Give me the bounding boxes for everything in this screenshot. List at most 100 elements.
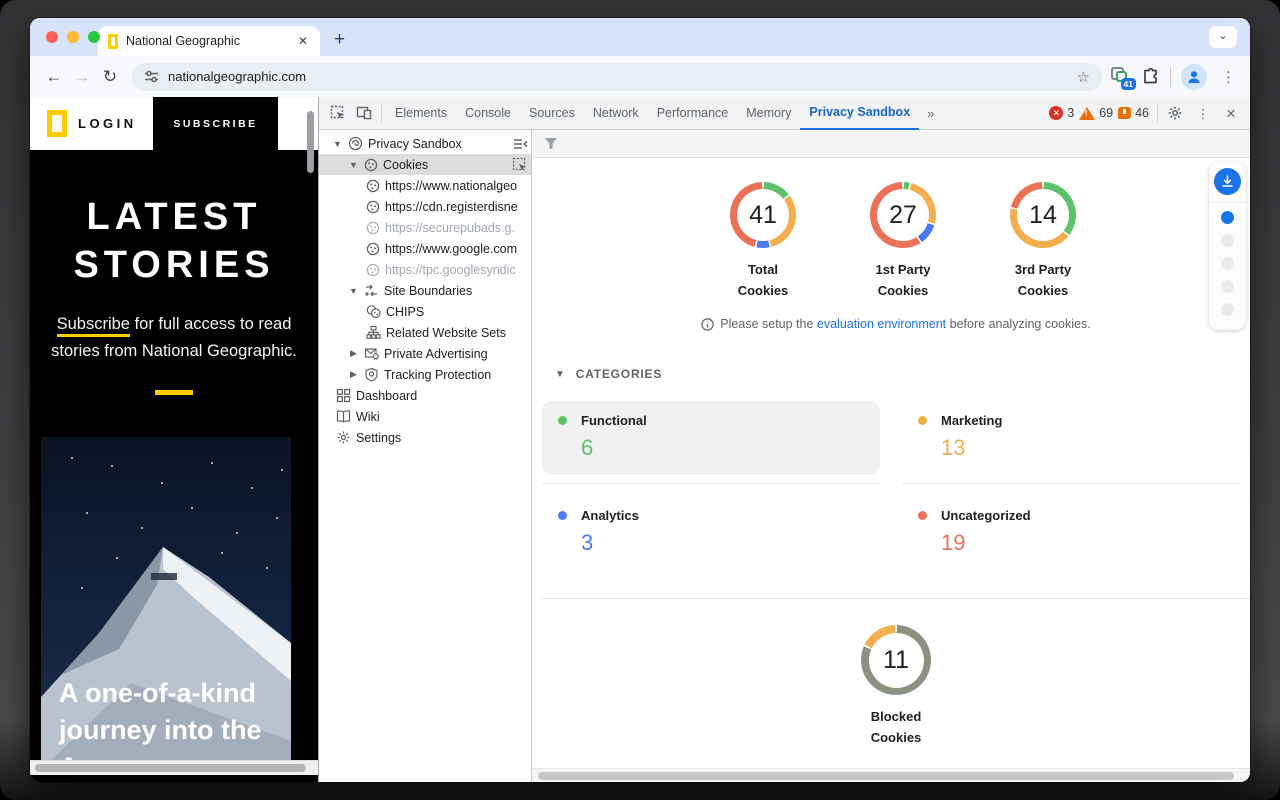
- bookmark-star-icon[interactable]: ☆: [1077, 68, 1090, 86]
- tab-search-chevron-icon[interactable]: ⌄: [1209, 26, 1237, 48]
- tree-item-url-googlesyndication[interactable]: https://tpc.googlesyndic: [319, 259, 531, 280]
- page-vertical-scrollbar[interactable]: [307, 111, 314, 173]
- functional-dot-icon: [558, 416, 567, 425]
- tree-item-tracking-protection[interactable]: ▶ Tracking Protection: [319, 364, 531, 385]
- rail-step-1[interactable]: [1221, 211, 1234, 224]
- uncategorized-dot-icon: [918, 511, 927, 520]
- tree-item-url-nationalgeographic[interactable]: https://www.nationalgeo: [319, 175, 531, 196]
- url-text[interactable]: nationalgeographic.com: [168, 69, 1068, 84]
- inspect-element-icon[interactable]: [325, 100, 351, 126]
- extensions-puzzle-icon[interactable]: [1142, 68, 1160, 86]
- profile-avatar[interactable]: [1181, 64, 1207, 90]
- category-uncategorized[interactable]: Uncategorized 19: [902, 484, 1240, 578]
- tab-elements[interactable]: Elements: [386, 97, 456, 130]
- subscribe-link[interactable]: Subscribe: [57, 315, 130, 337]
- tab-privacy-sandbox[interactable]: Privacy Sandbox: [800, 97, 919, 130]
- category-marketing[interactable]: Marketing 13: [902, 396, 1240, 484]
- issues-count: 46: [1135, 106, 1149, 120]
- tab-performance[interactable]: Performance: [648, 97, 738, 130]
- tree-item-cookies[interactable]: ▼ Cookies: [319, 154, 531, 175]
- new-tab-button[interactable]: +: [334, 30, 345, 49]
- collapsed-arrow-icon[interactable]: ▶: [348, 348, 359, 359]
- close-window-button[interactable]: [46, 31, 58, 43]
- rail-step-2[interactable]: [1221, 234, 1234, 247]
- site-info-icon[interactable]: [144, 69, 159, 84]
- natgeo-header: LOGIN SUBSCRIBE: [30, 97, 318, 150]
- collapsed-arrow-icon[interactable]: ▶: [348, 369, 359, 380]
- donut-value: 14: [1010, 182, 1076, 248]
- tree-item-wiki[interactable]: Wiki: [319, 406, 531, 427]
- error-count: 3: [1067, 106, 1074, 120]
- cookie-icon: [366, 179, 380, 193]
- tree-item-settings[interactable]: Settings: [319, 427, 531, 448]
- tree-item-chips[interactable]: CHIPS: [319, 301, 531, 322]
- devtools-menu-kebab-icon[interactable]: ⋮: [1190, 100, 1216, 126]
- natgeo-brand[interactable]: LOGIN: [30, 97, 153, 150]
- rail-step-5[interactable]: [1221, 303, 1234, 316]
- cookie-icon: [366, 200, 380, 214]
- more-tabs-icon[interactable]: »: [919, 106, 942, 121]
- donut-blocked-cookies: 11 BlockedCookies: [844, 625, 948, 748]
- privacy-sandbox-icon: [348, 136, 363, 151]
- download-report-button[interactable]: [1214, 168, 1241, 195]
- info-icon: [701, 318, 714, 331]
- tab-console[interactable]: Console: [456, 97, 520, 130]
- categories-section-header[interactable]: ▼ CATEGORIES: [555, 367, 1250, 381]
- devtools-settings-gear-icon[interactable]: [1162, 100, 1188, 126]
- reload-button[interactable]: ↻: [96, 67, 124, 87]
- cookie-count-badge: 41: [1121, 78, 1136, 90]
- expand-arrow-icon[interactable]: ▼: [332, 139, 343, 149]
- toolbar-right: 41 ⋮: [1110, 64, 1240, 90]
- expand-arrow-icon[interactable]: ▼: [348, 160, 359, 170]
- back-button[interactable]: ←: [40, 67, 68, 87]
- warning-icon: [1079, 107, 1095, 120]
- privacy-sandbox-extension-icon[interactable]: 41: [1110, 67, 1132, 87]
- zoom-window-button[interactable]: [88, 31, 100, 43]
- rail-step-3[interactable]: [1221, 257, 1234, 270]
- tree-item-related-website-sets[interactable]: Related Website Sets: [319, 322, 531, 343]
- device-toolbar-icon[interactable]: [351, 100, 377, 126]
- natgeo-logo-icon: [47, 110, 67, 137]
- tree-item-dashboard[interactable]: Dashboard: [319, 385, 531, 406]
- category-functional[interactable]: Functional 6: [542, 396, 880, 484]
- minimize-window-button[interactable]: [67, 31, 79, 43]
- tree-item-privacy-sandbox[interactable]: ▼ Privacy Sandbox: [319, 133, 531, 154]
- story-card[interactable]: A one-of-a-kind journey into the Amazon: [41, 437, 291, 770]
- side-rail: [1209, 162, 1246, 330]
- tree-item-url-registerdisney[interactable]: https://cdn.registerdisne: [319, 196, 531, 217]
- tab-close-icon[interactable]: ✕: [296, 34, 310, 48]
- subscribe-button[interactable]: SUBSCRIBE: [153, 97, 278, 150]
- forward-button[interactable]: →: [68, 67, 96, 87]
- expand-arrow-icon[interactable]: ▼: [348, 286, 359, 296]
- browser-menu-icon[interactable]: ⋮: [1217, 68, 1240, 86]
- page-horizontal-scrollbar[interactable]: [30, 760, 318, 775]
- browser-tab[interactable]: National Geographic ✕: [98, 26, 320, 56]
- devtools-tabbar: Elements Console Sources Network Perform…: [319, 97, 1250, 130]
- dashboard-grid-icon: [336, 388, 351, 403]
- tree-item-private-advertising[interactable]: ▶ Private Advertising: [319, 343, 531, 364]
- devtools-horizontal-scrollbar[interactable]: [532, 768, 1250, 782]
- collapse-sidebar-icon[interactable]: [512, 137, 528, 151]
- filter-funnel-icon[interactable]: [544, 137, 558, 150]
- tree-item-url-google[interactable]: https://www.google.com: [319, 238, 531, 259]
- donut-value: 27: [870, 182, 936, 248]
- tab-network[interactable]: Network: [584, 97, 648, 130]
- cookie-icon: [366, 221, 380, 235]
- inspect-icon[interactable]: [512, 157, 528, 172]
- donut-third-party-cookies: 14 3rd PartyCookies: [991, 182, 1095, 301]
- devtools-close-icon[interactable]: ✕: [1218, 100, 1244, 126]
- address-bar[interactable]: nationalgeographic.com ☆: [132, 63, 1102, 91]
- natgeo-page: LOGIN SUBSCRIBE LATEST STORIES Subscribe…: [30, 97, 318, 782]
- issues-icon: [1118, 107, 1131, 119]
- marketing-count: 13: [941, 435, 1224, 461]
- tab-memory[interactable]: Memory: [737, 97, 800, 130]
- tree-item-site-boundaries[interactable]: ▼ Site Boundaries: [319, 280, 531, 301]
- category-analytics[interactable]: Analytics 3: [542, 484, 880, 578]
- login-button[interactable]: LOGIN: [78, 116, 137, 131]
- console-badges[interactable]: ✕ 3 69 46: [1049, 106, 1149, 120]
- tab-sources[interactable]: Sources: [520, 97, 584, 130]
- private-advertising-icon: [364, 346, 379, 361]
- evaluation-environment-link[interactable]: evaluation environment: [817, 317, 946, 331]
- tree-item-url-securepubads[interactable]: https://securepubads.g.: [319, 217, 531, 238]
- rail-step-4[interactable]: [1221, 280, 1234, 293]
